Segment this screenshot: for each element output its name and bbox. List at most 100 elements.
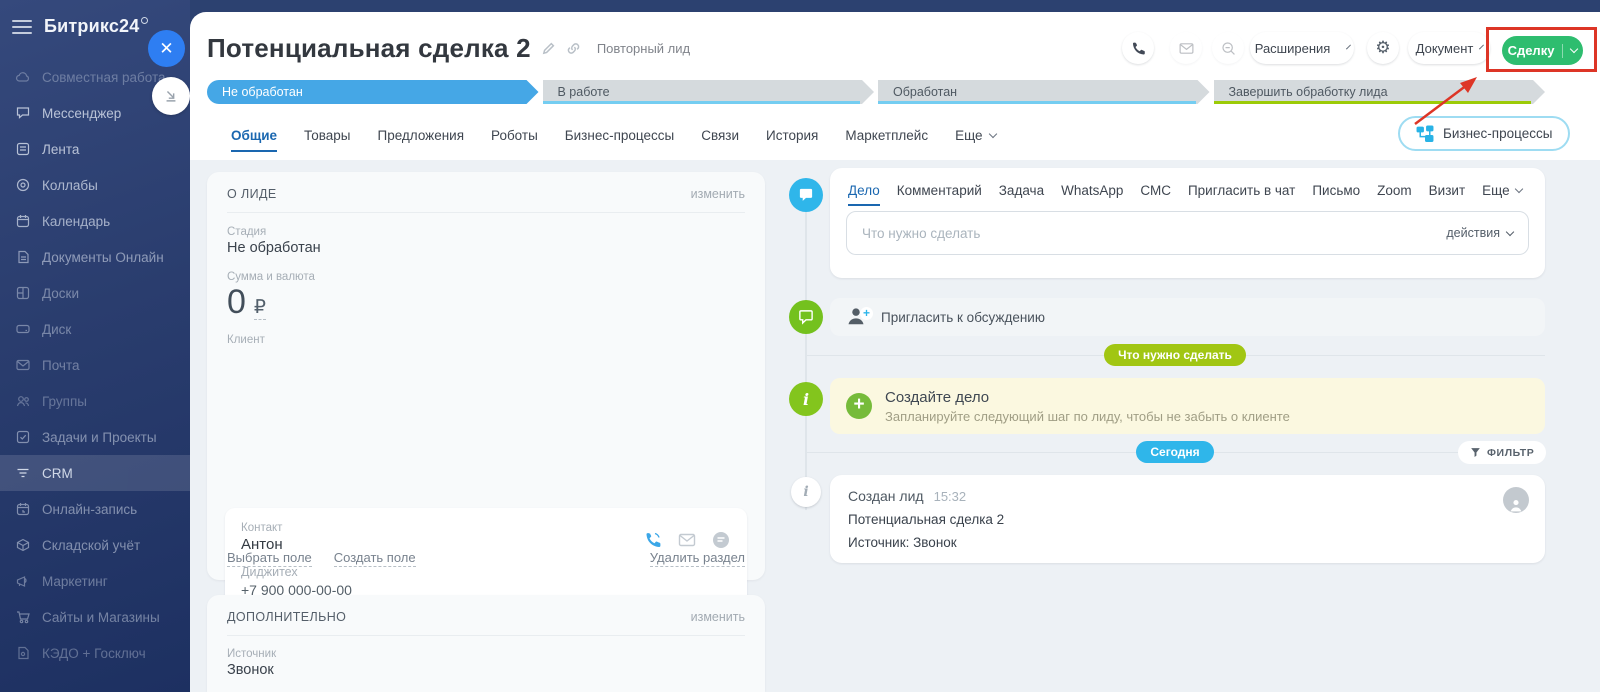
menu-hamburger-icon[interactable] (12, 20, 32, 34)
activity-tab-comment[interactable]: Комментарий (897, 183, 982, 206)
copy-link-icon[interactable] (566, 41, 581, 56)
invite-discussion-row[interactable]: + Пригласить к обсуждению (830, 298, 1545, 336)
create-deal-button[interactable]: Сделку (1502, 36, 1583, 65)
tab-quotes[interactable]: Предложения (378, 128, 465, 152)
tab-bizproc[interactable]: Бизнес-процессы (565, 128, 674, 152)
hint-title[interactable]: Создайте дело (885, 389, 1290, 406)
title-row: Потенциальная сделка 2 Повторный лид (207, 30, 690, 66)
tab-general[interactable]: Общие (231, 128, 277, 152)
settings-button[interactable]: ⚙ (1367, 32, 1399, 64)
sidebar-item-documents[interactable]: Документы Онлайн (0, 239, 190, 275)
activity-tab-todo[interactable]: Дело (848, 183, 880, 206)
sidebar-item-online-booking[interactable]: Онлайн-запись (0, 491, 190, 527)
sidebar-item-groups[interactable]: Группы (0, 383, 190, 419)
email-button[interactable] (1170, 32, 1202, 64)
timeline-comment-icon (789, 178, 823, 212)
field-label: Клиент (207, 334, 765, 346)
stage-in-progress[interactable]: В работе (543, 80, 875, 104)
sidebar-item-mail[interactable]: Почта (0, 347, 190, 383)
sidebar-item-collabs[interactable]: Коллабы (0, 167, 190, 203)
stage-not-processed[interactable]: Не обработан (207, 80, 539, 104)
sidebar-item-feed[interactable]: Лента (0, 131, 190, 167)
stage-finish[interactable]: Завершить обработку лида (1214, 80, 1546, 104)
contact-actions (643, 530, 731, 550)
source-value[interactable]: Звонок (207, 660, 765, 678)
page-title[interactable]: Потенциальная сделка 2 (207, 33, 531, 64)
tab-links[interactable]: Связи (701, 128, 739, 152)
select-field-link[interactable]: Выбрать поле (227, 550, 312, 567)
people-icon (14, 393, 31, 410)
megaphone-icon (14, 573, 31, 590)
todo-pill-row: Что нужно сделать (805, 344, 1545, 366)
business-process-button[interactable]: Бизнес-процессы (1398, 116, 1570, 151)
timeline-event-card[interactable]: Создан лид 15:32 Потенциальная сделка 2 … (830, 475, 1545, 563)
today-pill[interactable]: Сегодня (1136, 441, 1213, 463)
section-title: ДОПОЛНИТЕЛЬНО (227, 610, 346, 624)
cloud-icon (14, 69, 31, 86)
stage-processed[interactable]: Обработан (878, 80, 1210, 104)
edit-link[interactable]: изменить (691, 610, 745, 624)
sidebar-item-sites[interactable]: Сайты и Магазины (0, 599, 190, 635)
tab-marketplace[interactable]: Маркетплейс (845, 128, 928, 152)
booking-calendar-icon (14, 501, 31, 518)
stage-bar: Не обработан В работе Обработан Завершит… (207, 80, 1545, 104)
slider-collapse-button[interactable] (152, 77, 190, 115)
plus-icon[interactable]: + (846, 393, 872, 419)
document-icon (14, 249, 31, 266)
sidebar-item-boards[interactable]: Доски (0, 275, 190, 311)
search-chat-button[interactable] (1212, 32, 1244, 64)
event-time: 15:32 (934, 489, 967, 504)
tab-history[interactable]: История (766, 128, 818, 152)
envelope-icon[interactable] (677, 530, 697, 550)
tab-robots[interactable]: Роботы (491, 128, 538, 152)
tab-products[interactable]: Товары (304, 128, 350, 152)
sidebar-item-marketing[interactable]: Маркетинг (0, 563, 190, 599)
document-dropdown[interactable]: Документ (1408, 32, 1490, 64)
todo-input[interactable] (862, 226, 1446, 241)
logo[interactable]: Битрикс24 (44, 16, 148, 37)
todo-pill[interactable]: Что нужно сделать (1104, 344, 1246, 366)
event-title: Создан лид (848, 488, 924, 504)
activity-tab-letter[interactable]: Письмо (1312, 183, 1360, 206)
edit-pencil-icon[interactable] (541, 41, 556, 56)
field-label: Источник (207, 648, 765, 660)
circles-icon (14, 177, 31, 194)
field-links: Выбрать поле Создать поле Удалить раздел (227, 550, 745, 567)
stage-value[interactable]: Не обработан (207, 238, 765, 256)
chat-icon[interactable] (711, 530, 731, 550)
activity-tab-sms[interactable]: СМС (1140, 183, 1171, 206)
amount-value[interactable]: 0 (227, 283, 246, 322)
sidebar-item-calendar[interactable]: Календарь (0, 203, 190, 239)
sidebar-item-disk[interactable]: Диск (0, 311, 190, 347)
sidebar-item-crm[interactable]: CRM (0, 455, 190, 491)
cart-icon (14, 609, 31, 626)
activity-tab-task[interactable]: Задача (999, 183, 1044, 206)
create-field-link[interactable]: Создать поле (334, 550, 416, 567)
collapse-arrow-icon (163, 88, 179, 104)
doc-key-icon (14, 645, 31, 662)
user-avatar (1503, 487, 1529, 513)
lead-detail-panel: Потенциальная сделка 2 Повторный лид Рас… (190, 12, 1600, 692)
edit-link[interactable]: изменить (691, 187, 745, 201)
activity-tab-whatsapp[interactable]: WhatsApp (1061, 183, 1123, 206)
activity-tab-more[interactable]: Еще (1482, 183, 1521, 206)
sidebar-item-warehouse[interactable]: Складской учёт (0, 527, 190, 563)
actions-dropdown[interactable]: действия (1446, 226, 1513, 240)
sidebar-item-tasks[interactable]: Задачи и Проекты (0, 419, 190, 455)
invite-label: Пригласить к обсуждению (881, 310, 1045, 325)
tab-more[interactable]: Еще (955, 128, 995, 152)
slider-close-button[interactable]: ✕ (148, 30, 185, 67)
contact-company-label: Диджитех (241, 565, 731, 579)
box-icon (14, 537, 31, 554)
call-button[interactable] (1122, 32, 1154, 64)
activity-tab-visit[interactable]: Визит (1429, 183, 1465, 206)
filter-button[interactable]: ФИЛЬТР (1458, 441, 1546, 464)
delete-section-link[interactable]: Удалить раздел (650, 550, 745, 567)
phone-icon[interactable] (643, 530, 663, 550)
currency-value[interactable]: ₽ (254, 296, 266, 320)
activity-tab-invite-chat[interactable]: Пригласить в чат (1188, 183, 1295, 206)
sidebar-item-kedo[interactable]: КЭДО + Госключ (0, 635, 190, 671)
activity-tab-zoom[interactable]: Zoom (1377, 183, 1412, 206)
timeline-discussion-icon (789, 300, 823, 334)
extensions-dropdown[interactable]: Расширения (1250, 32, 1354, 64)
